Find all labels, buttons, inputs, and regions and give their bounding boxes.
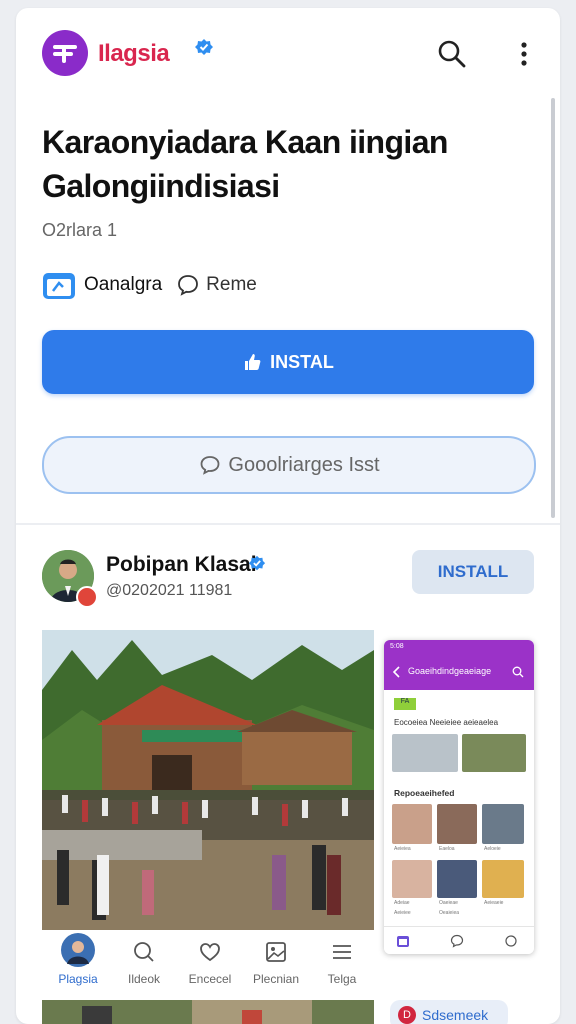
install-button-label: INSTAL [270,351,334,372]
verified-badge-icon [195,39,213,55]
listing-title: Karaonyiadara Kaan iingian Galongiindisi… [42,124,448,204]
screenshot-photo[interactable] [42,630,374,930]
nav-item-menu[interactable]: Telga [312,930,372,992]
verified-badge-icon [248,555,266,571]
avatar-status-badge [76,586,98,608]
phone-header: Goaeihdindgeaeiage [384,654,534,690]
scrollbar[interactable] [551,98,555,518]
phone-thumbnail [392,804,432,844]
phone-thumbnail [482,860,524,898]
phone-header-title: Goaeihdindgeaeiage [408,666,492,676]
phone-thumbnail [392,734,458,772]
meta-row: Oanalgra Reme [42,270,257,300]
top-bar: Ilagsia [16,8,560,98]
meta-secondary: Reme [206,274,257,295]
listing-subtitle: O2rlara 1 [42,220,118,240]
install-button-secondary[interactable]: INSTALL [412,550,534,594]
heart-icon [200,943,220,962]
sponsored-label: Sdsemeek [422,1007,489,1023]
comment-icon [201,456,220,475]
phone-thumbnail [437,860,477,898]
phone-thumbnail [482,804,524,844]
chat-icon [450,934,464,948]
search-icon [512,666,524,678]
calendar-icon [43,273,75,299]
phone-tab-label: Oeaieiea [439,910,460,916]
search-icon [134,942,154,962]
phone-thumbnail [462,734,526,772]
phone-caption: Oaeieae [439,900,458,906]
sponsored-badge: D [398,1006,416,1024]
phone-preview-screenshot[interactable]: 5:08 Goaeihdindgeaeiage FA Eocoeiea Neei… [384,640,534,954]
secondary-action-label: Gooolriarges Isst [228,453,380,476]
nav-item-favorites[interactable]: Encecel [180,930,240,992]
phone-thumbnail [437,804,477,844]
phone-tab-label: Aeieiee [394,910,411,916]
app-name: Ilagsia [98,40,170,67]
search-icon[interactable] [436,38,468,70]
install-button[interactable]: INSTAL [42,330,534,394]
nav-label: Plagsia [58,972,98,986]
app-logo[interactable] [42,30,88,76]
nav-item-home[interactable]: Plagsia [48,930,108,992]
phone-caption: Aeieaeie [484,900,504,906]
nav-item-gallery[interactable]: Plecnian [246,930,306,992]
nav-label: Plecnian [252,972,300,986]
phone-caption: Aeieiea [394,846,411,852]
bottom-navigation: Plagsia Ildeok Encecel Plecnian Telga [42,930,374,992]
app-sheet: Ilagsia Karaonyiadara Kaan iingian Galon… [16,8,560,1024]
circle-icon [505,935,517,947]
publisher-handle: @0202021 11981 [106,582,233,599]
logo-mark-icon [53,45,77,63]
avatar-icon [61,933,95,967]
thumbs-up-icon [245,354,261,370]
section-divider [16,523,560,525]
more-vertical-icon[interactable] [512,38,536,70]
secondary-action-button[interactable]: Gooolriarges Isst [42,436,536,494]
phone-caption: Adeiae [394,900,410,906]
phone-thumbnail [392,860,432,898]
back-arrow-icon [392,666,400,678]
nav-item-search[interactable]: Ildeok [114,930,174,992]
phone-caption: Eaeloa [439,846,455,852]
village-scene-image [42,630,374,930]
phone-status-time: 5:08 [390,643,404,650]
phone-text-line: Eocoeiea Neeieiee aeieaelea [394,718,499,727]
sponsored-button[interactable]: D Sdsemeek [390,1000,508,1024]
phone-section-heading: Repoeaeihefed [394,788,455,798]
phone-tag: FA [394,698,416,710]
phone-status-bar: 5:08 [384,640,534,654]
nav-label: Encecel [188,972,232,986]
calendar-icon [397,936,409,947]
nav-label: Telga [327,972,357,986]
next-photo-image [42,1000,374,1024]
menu-icon [333,945,351,959]
meta-primary: Oanalgra [84,274,163,295]
publisher-name: Pobipan Klasal [106,553,257,576]
phone-caption: Aeloeie [484,846,501,852]
next-screenshot-photo[interactable] [42,1000,374,1024]
chat-bubble-icon [178,275,199,296]
phone-bottom-nav [384,926,534,954]
image-icon [266,942,286,962]
nav-label: Ildeok [127,972,161,986]
